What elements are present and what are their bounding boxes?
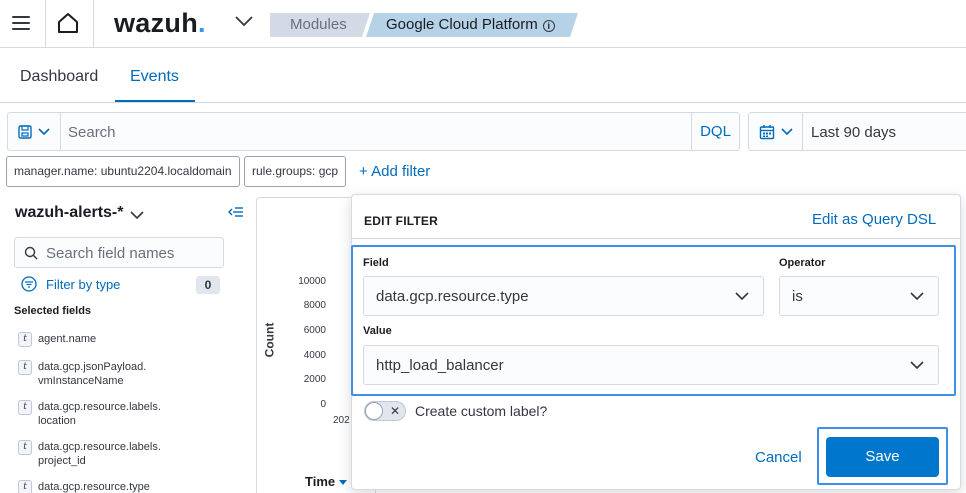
custom-label-toggle[interactable]: ✕ <box>364 401 406 421</box>
sort-down-icon <box>339 480 348 485</box>
divider <box>352 238 960 239</box>
date-range-label[interactable]: Last 90 days <box>811 124 896 141</box>
filter-pill-manager-name[interactable]: manager.name: ubuntu2204.localdomain <box>6 156 240 187</box>
y-tick-label: 2000 <box>303 374 326 385</box>
string-type-icon: t <box>18 480 32 493</box>
divider <box>0 102 966 103</box>
chevron-down-icon[interactable] <box>130 207 144 223</box>
search-icon <box>24 246 38 260</box>
y-tick-label: 4000 <box>303 350 326 361</box>
y-tick-label: 10000 <box>298 276 326 287</box>
string-type-icon: t <box>18 400 32 415</box>
query-language-button[interactable]: DQL <box>691 113 739 150</box>
y-tick-label: 8000 <box>303 300 326 311</box>
y-tick-label: 6000 <box>303 325 326 336</box>
breadcrumb-modules[interactable]: Modules <box>270 13 370 37</box>
popover-title: EDIT FILTER <box>364 214 438 228</box>
filter-icon[interactable] <box>21 276 37 295</box>
cancel-button[interactable]: Cancel <box>755 449 802 466</box>
chevron-down-icon <box>38 128 50 136</box>
divider <box>45 0 46 47</box>
toggle-knob <box>365 402 383 420</box>
tab-dashboard[interactable]: Dashboard <box>20 68 98 86</box>
selected-fields-heading: Selected fields <box>14 305 92 317</box>
chevron-down-icon <box>781 128 793 136</box>
close-icon: ✕ <box>390 404 401 418</box>
save-button[interactable]: Save <box>826 437 939 477</box>
y-tick-label: 0 <box>320 399 326 410</box>
info-icon[interactable]: i <box>543 20 555 32</box>
custom-label-text: Create custom label? <box>415 403 548 419</box>
add-filter-button[interactable]: + Add filter <box>359 163 430 180</box>
breadcrumb-google-cloud-platform[interactable]: Google Cloud Platform i <box>366 13 578 37</box>
save-icon <box>18 125 32 139</box>
index-pattern-selector[interactable]: wazuh-alerts-* <box>15 204 123 222</box>
chevron-down-icon[interactable] <box>234 14 254 31</box>
y-axis-label: Count <box>262 322 277 358</box>
top-header: wazuh. Modules Google Cloud Platform i <box>0 0 966 48</box>
saved-query-button[interactable] <box>8 113 61 150</box>
field-search-input[interactable]: Search field names <box>14 237 224 268</box>
highlight-box <box>351 245 956 396</box>
search-input[interactable]: Search <box>68 124 116 141</box>
calendar-icon <box>759 125 775 140</box>
time-column-header[interactable]: Time <box>305 474 348 489</box>
tab-events[interactable]: Events <box>130 68 179 86</box>
string-type-icon: t <box>18 332 32 347</box>
quick-select-button[interactable] <box>749 113 803 150</box>
filter-by-type-button[interactable]: Filter by type <box>46 277 120 292</box>
wazuh-logo[interactable]: wazuh. <box>114 8 206 39</box>
string-type-icon: t <box>18 360 32 375</box>
filter-count-badge: 0 <box>196 276 220 294</box>
filter-pill-rule-groups[interactable]: rule.groups: gcp <box>244 156 347 187</box>
query-bar: Search DQL <box>7 112 740 151</box>
home-icon[interactable] <box>56 11 80 38</box>
date-picker: Last 90 days <box>748 112 966 151</box>
collapse-sidebar-icon[interactable] <box>228 205 244 222</box>
divider <box>93 0 94 47</box>
edit-as-query-dsl-link[interactable]: Edit as Query DSL <box>812 211 936 228</box>
x-tick-label: 202 <box>333 415 350 426</box>
string-type-icon: t <box>18 440 32 455</box>
menu-icon[interactable] <box>12 16 30 30</box>
